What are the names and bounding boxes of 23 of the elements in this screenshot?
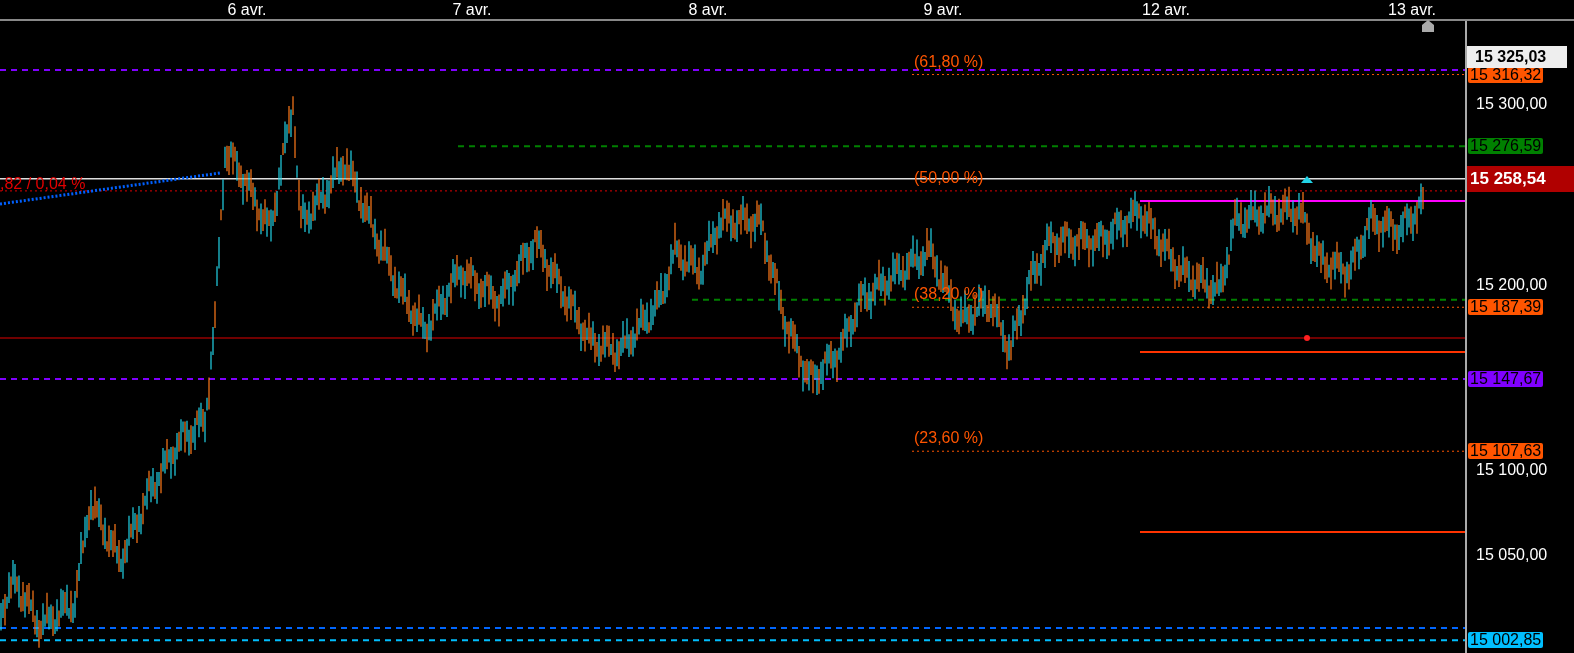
price-label: 15 200,00 (1476, 275, 1548, 294)
date-label: 12 avr. (1142, 1, 1190, 19)
date-label: 8 avr. (688, 1, 728, 19)
price-badge: 15 147,67 (1468, 370, 1544, 387)
price-badge: 15 187,39 (1468, 299, 1544, 316)
triangle-icon (1301, 176, 1313, 183)
price-label: 15 100,00 (1476, 461, 1548, 479)
marker-icon (1422, 20, 1434, 32)
dot-icon (1304, 335, 1310, 341)
date-label: 6 avr. (227, 1, 267, 19)
price-label: 15 050,00 (1476, 546, 1548, 565)
price-badge: 15 276,59 (1468, 138, 1544, 155)
price-badge: 15 107,63 (1468, 443, 1544, 460)
date-label: 9 avr. (923, 1, 963, 19)
date-label: 7 avr. (452, 1, 492, 19)
price-label: 15 300,00 (1476, 95, 1548, 113)
last-price-badge: 15 258,54 (1467, 165, 1574, 192)
date-label: 13 avr. (1388, 1, 1436, 19)
high-price-badge: 15 325,03 (1467, 46, 1567, 68)
price-badge: 15 002,85 (1468, 632, 1544, 649)
fibonacci-label: (61,80 %) (914, 52, 984, 71)
change-label: ,82 / 0,04 % (0, 175, 86, 193)
fibonacci-label: (23,60 %) (914, 429, 984, 448)
